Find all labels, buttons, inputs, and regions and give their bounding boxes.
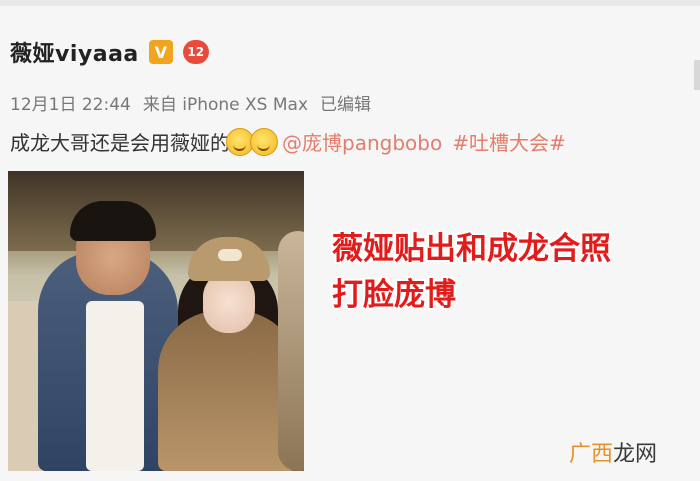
caption-line-2: 打脸庞博 bbox=[332, 277, 456, 313]
watermark-part-1: 广西 bbox=[569, 442, 614, 467]
caption-line-1: 薇娅贴出和成龙合照 bbox=[332, 231, 611, 267]
grin-emoji-icon bbox=[250, 127, 278, 156]
watermark-part-2: 龙网 bbox=[613, 442, 658, 467]
vip-level-icon: 12 bbox=[182, 40, 209, 64]
username[interactable]: 薇娅viyaaa bbox=[10, 36, 139, 68]
photo-man-shirt bbox=[86, 301, 144, 471]
scrollbar-edge[interactable] bbox=[694, 60, 700, 90]
hashtag-link[interactable]: #吐槽大会# bbox=[452, 127, 566, 156]
user-mention-link[interactable]: @庞博pangbobo bbox=[282, 127, 442, 156]
photo-person-right bbox=[278, 231, 304, 471]
post-source: 来自 iPhone XS Max bbox=[142, 95, 309, 115]
verified-badge-icon: V bbox=[148, 40, 173, 64]
photo-man-hair bbox=[70, 201, 156, 241]
post-header: 薇娅viyaaa V 12 bbox=[10, 36, 209, 68]
weibo-post: 薇娅viyaaa V 12 12月1日 22:44 来自 iPhone XS M… bbox=[0, 0, 700, 481]
top-divider bbox=[0, 0, 700, 6]
cap-badge bbox=[218, 249, 242, 261]
post-body: 成龙大哥还是会用薇娅的 bbox=[10, 131, 230, 155]
site-watermark: 广西 龙网 bbox=[569, 436, 657, 468]
photo-woman-body bbox=[158, 311, 298, 471]
post-photo[interactable] bbox=[8, 171, 304, 471]
photo-background bbox=[8, 171, 304, 251]
overlay-caption: 薇娅贴出和成龙合照 打脸庞博 bbox=[332, 226, 611, 318]
post-timestamp[interactable]: 12月1日 22:44 bbox=[10, 90, 131, 115]
edited-label[interactable]: 已编辑 bbox=[320, 90, 371, 115]
post-meta: 12月1日 22:44 来自 iPhone XS Max 已编辑 bbox=[10, 90, 371, 115]
post-text: 成龙大哥还是会用薇娅的 @庞博pangbobo #吐槽大会# bbox=[10, 127, 566, 156]
